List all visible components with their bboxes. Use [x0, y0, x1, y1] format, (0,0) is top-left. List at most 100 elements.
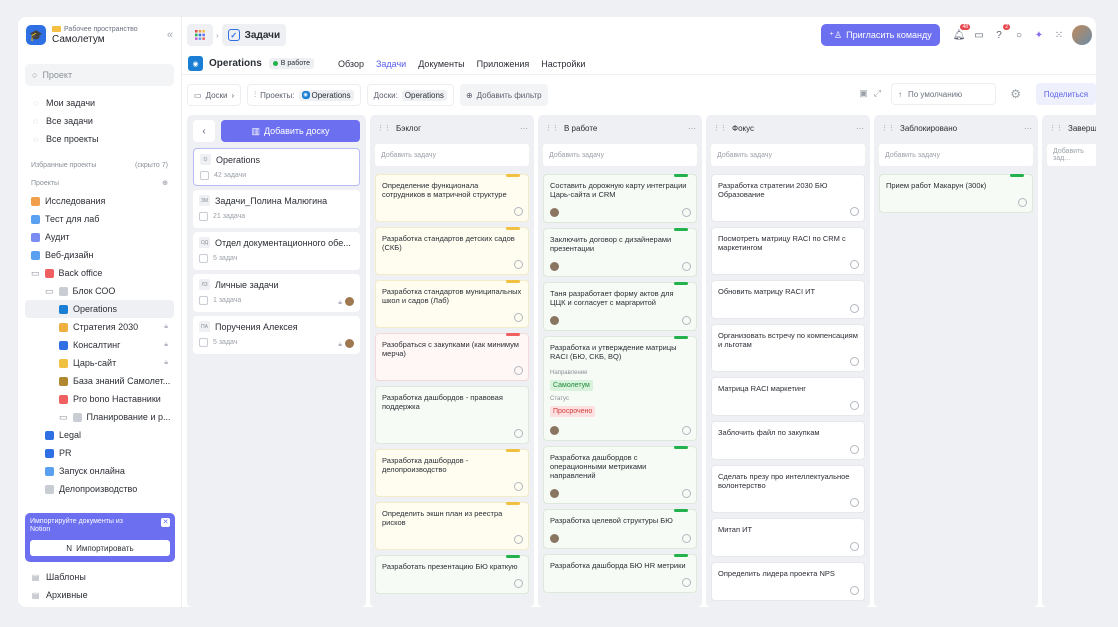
sidebar-bottom-item[interactable]: ▤ Шаблоны: [25, 568, 175, 586]
task-card[interactable]: Определить лидера проекта NPS: [711, 562, 865, 601]
complete-checkbox-icon[interactable]: [850, 586, 859, 595]
sidebar-project-item[interactable]: ▭ Back office: [25, 264, 174, 282]
complete-checkbox-icon[interactable]: [682, 208, 691, 217]
ai-sparkle-icon[interactable]: ✦: [1032, 28, 1046, 42]
task-card[interactable]: Разобраться с закупками (как минимум мер…: [375, 333, 529, 381]
complete-checkbox-icon[interactable]: [850, 304, 859, 313]
task-card[interactable]: Заблочить файл по закупкам: [711, 421, 865, 460]
share-button[interactable]: Поделиться: [1036, 83, 1096, 105]
sidebar-project-item[interactable]: Запуск онлайна: [25, 462, 174, 480]
task-card[interactable]: Разработка дашбордов - делопроизводство: [375, 449, 529, 497]
complete-checkbox-icon[interactable]: [682, 426, 691, 435]
add-task-input[interactable]: Добавить задачу: [711, 144, 865, 166]
complete-checkbox-icon[interactable]: [850, 445, 859, 454]
project-filter[interactable]: ⫶ Проекты: ◉ Operations: [247, 84, 361, 106]
collapse-sidebar-icon[interactable]: «: [167, 29, 173, 41]
task-card[interactable]: Прием работ Макарун (300к): [879, 174, 1033, 213]
search-icon[interactable]: ○: [1012, 28, 1026, 42]
board-list-item[interactable]: O Operations 42 задачи: [193, 148, 360, 186]
project-status-badge[interactable]: В работе: [268, 58, 314, 69]
tab-0[interactable]: Обзор: [338, 59, 364, 69]
project-search-input[interactable]: ○ Проект: [25, 64, 174, 86]
task-card[interactable]: Разработка целевой структуры БЮ: [543, 509, 697, 549]
task-card[interactable]: Составить дорожную карту интеграции Царь…: [543, 174, 697, 223]
task-card[interactable]: Разработка дашбордов - правовая поддержк…: [375, 386, 529, 444]
board-list-item[interactable]: ЛЗ Личные задачи 1 задача 🔒︎: [193, 274, 360, 312]
sort-select[interactable]: ↑ По умолчанию: [891, 83, 996, 105]
drag-handle-icon[interactable]: ⋮⋮: [377, 124, 391, 132]
board-filter[interactable]: Доски: Operations: [366, 84, 454, 106]
sidebar-project-item[interactable]: ▭ Блок СОО: [25, 282, 174, 300]
complete-checkbox-icon[interactable]: [682, 534, 691, 543]
task-card[interactable]: Разработка и утверждение матрицы RACI (Б…: [543, 336, 697, 441]
complete-checkbox-icon[interactable]: [682, 578, 691, 587]
add-task-input[interactable]: Добавить задачу: [879, 144, 1033, 166]
complete-checkbox-icon[interactable]: [514, 429, 523, 438]
add-project-icon[interactable]: ⊕: [162, 179, 168, 187]
sidebar-project-item[interactable]: Аудит: [25, 228, 174, 246]
task-card[interactable]: Посмотреть матрицу RACI по CRM с маркети…: [711, 227, 865, 275]
add-task-input[interactable]: Добавить задачу: [543, 144, 697, 166]
board-list-item[interactable]: ПА Поручения Алексея 5 задач 🔒︎: [193, 316, 360, 354]
tab-3[interactable]: Приложения: [477, 59, 530, 69]
help-icon[interactable]: ? 2: [992, 24, 1010, 42]
task-card[interactable]: Сделать презу про интеллектуальное волон…: [711, 465, 865, 513]
task-card[interactable]: Матрица RACI маркетинг: [711, 377, 865, 416]
import-button[interactable]: N Импортировать: [30, 540, 170, 556]
sidebar-project-item[interactable]: Консалтинг 🔒︎: [25, 336, 174, 354]
chevron-left-icon[interactable]: ‹: [193, 120, 215, 142]
sidebar-project-item[interactable]: Legal: [25, 426, 174, 444]
apps-grid-icon[interactable]: [187, 24, 213, 46]
fullscreen-icon[interactable]: ⤢: [874, 88, 881, 99]
sidebar-project-item[interactable]: PR: [25, 444, 174, 462]
complete-checkbox-icon[interactable]: [514, 579, 523, 588]
complete-checkbox-icon[interactable]: [850, 542, 859, 551]
sidebar-project-item[interactable]: Pro bono Наставники: [25, 390, 174, 408]
more-icon[interactable]: ⋯: [1024, 124, 1033, 133]
sidebar-project-item[interactable]: Стратегия 2030 🔒︎: [25, 318, 174, 336]
add-filter-button[interactable]: ⊕ Добавить фильтр: [459, 84, 548, 106]
task-card[interactable]: Таня разработает форму актов для ЦЦК и с…: [543, 282, 697, 331]
task-card[interactable]: Определить экшн план из реестра рисков: [375, 502, 529, 550]
complete-checkbox-icon[interactable]: [514, 207, 523, 216]
tab-2[interactable]: Документы: [418, 59, 464, 69]
more-icon[interactable]: ⋯: [688, 124, 697, 133]
sidebar-bottom-item[interactable]: ▤ Архивные: [25, 586, 175, 604]
task-card[interactable]: Обновить матрицу RACI ИТ: [711, 280, 865, 319]
complete-checkbox-icon[interactable]: [850, 357, 859, 366]
settings-gear-icon[interactable]: ⚙: [1010, 87, 1021, 101]
complete-checkbox-icon[interactable]: [682, 262, 691, 271]
invite-team-button[interactable]: ⁺♙ Пригласить команду: [821, 24, 940, 46]
notifications-icon[interactable]: 🔔︎ 48: [952, 24, 970, 42]
nav-item[interactable]: ◌ Мои задачи: [25, 94, 174, 112]
complete-checkbox-icon[interactable]: [514, 366, 523, 375]
task-card[interactable]: Заключить договор с дизайнерами презента…: [543, 228, 697, 277]
nav-item[interactable]: ◌ Все задачи: [25, 112, 174, 130]
sidebar-project-item[interactable]: ▭ Планирование и р...: [25, 408, 174, 426]
task-card[interactable]: Митап ИТ: [711, 518, 865, 557]
boards-toggle[interactable]: ▭ Доски ›: [187, 84, 242, 106]
task-card[interactable]: Определение функционала сотрудников в ма…: [375, 174, 529, 222]
task-card[interactable]: Разработать презентацию БЮ краткую: [375, 555, 529, 594]
complete-checkbox-icon[interactable]: [514, 535, 523, 544]
sidebar-project-item[interactable]: Веб-дизайн: [25, 246, 174, 264]
add-board-button[interactable]: ▥ Добавить доску: [221, 120, 360, 142]
complete-checkbox-icon[interactable]: [682, 489, 691, 498]
sidebar-project-item[interactable]: Исследования: [25, 192, 174, 210]
task-card[interactable]: Разработка стандартов детских садов (СКБ…: [375, 227, 529, 275]
more-apps-icon[interactable]: ⁙: [1052, 28, 1066, 42]
complete-checkbox-icon[interactable]: [514, 482, 523, 491]
workspace-switcher[interactable]: 🎓 Рабочее пространство Самолетум «: [18, 17, 181, 53]
complete-checkbox-icon[interactable]: [514, 260, 523, 269]
complete-checkbox-icon[interactable]: [1018, 198, 1027, 207]
more-icon[interactable]: ⋯: [856, 124, 865, 133]
close-icon[interactable]: ✕: [161, 518, 170, 527]
user-avatar[interactable]: [1072, 25, 1092, 45]
sidebar-project-item[interactable]: Царь-сайт 🔒︎: [25, 354, 174, 372]
sidebar-project-item[interactable]: Тест для лаб: [25, 210, 174, 228]
drag-handle-icon[interactable]: ⋮⋮: [713, 124, 727, 132]
board-list-item[interactable]: ЗМ Задачи_Полина Малюгина 21 задача: [193, 190, 360, 228]
drag-handle-icon[interactable]: ⋮⋮: [545, 124, 559, 132]
drag-handle-icon[interactable]: ⋮⋮: [1049, 124, 1063, 132]
complete-checkbox-icon[interactable]: [850, 401, 859, 410]
